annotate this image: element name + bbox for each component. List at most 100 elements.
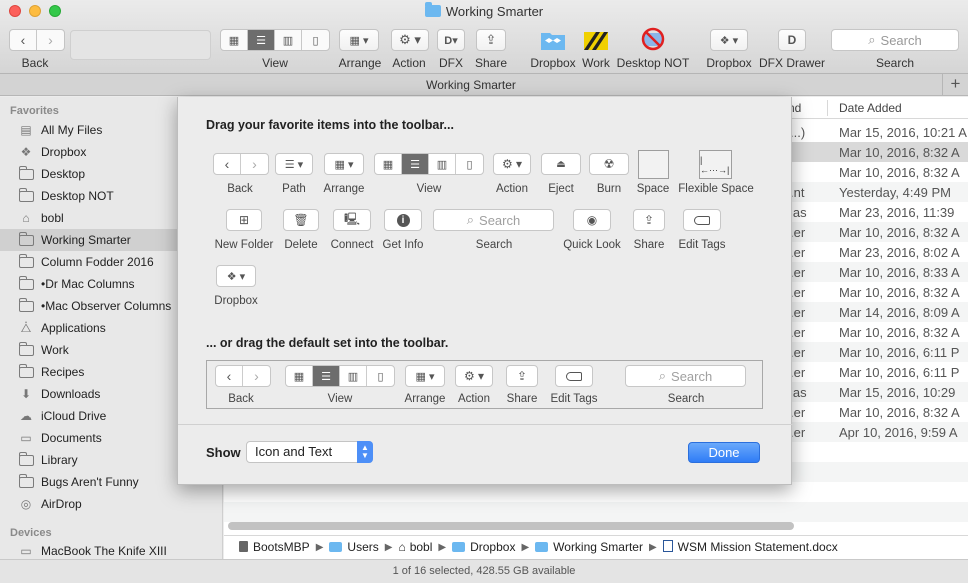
quick-look-item[interactable]: ◉	[573, 209, 611, 231]
done-button[interactable]: Done	[688, 442, 760, 463]
dfx-drawer-icon: D	[787, 33, 797, 47]
space-item-label: Space	[636, 183, 670, 195]
dropbox-icon: ❖	[20, 145, 32, 159]
horizontal-scrollbar[interactable]	[228, 522, 794, 530]
delete-item[interactable]: 🗑︎	[283, 209, 319, 231]
default-toolbar-set[interactable]: ‹ › Back ▦ ☰ ▥ ▯ View ▦ ▾ Arrange ⚙ ▾ Ac…	[206, 360, 763, 409]
toolbar-search-field[interactable]: ⌕ Search	[831, 29, 959, 51]
cloud-icon: ☁	[20, 409, 32, 423]
desktop-not-icon[interactable]	[640, 27, 666, 51]
default-back-label: Back	[228, 393, 254, 405]
default-search-label: Search	[667, 393, 705, 405]
arrange-icon: ▦ ▾	[415, 370, 435, 383]
home-icon: ⌂	[22, 211, 30, 225]
column-view-icon: ▥	[429, 154, 456, 174]
tag-icon	[694, 215, 710, 225]
status-bar: 1 of 16 selected, 428.55 GB available	[0, 559, 968, 583]
date-added-column-header[interactable]: Date Added	[839, 101, 902, 115]
work-folder-icon[interactable]	[583, 28, 609, 52]
folder-icon	[535, 542, 549, 552]
sidebar-item-macbook[interactable]: ▭ MacBook The Knife XIII	[0, 540, 222, 559]
laptop-icon: ▭	[20, 544, 32, 558]
path-item-bobl[interactable]: ⌂ bobl	[398, 540, 432, 554]
path-separator-icon: ▶	[315, 541, 324, 553]
show-label: Show	[206, 445, 241, 460]
share-item[interactable]: ⇪	[633, 209, 665, 231]
path-item-bootsmbp[interactable]: BootsMBP	[239, 540, 310, 554]
dropbox-item[interactable]: ❖ ▾	[216, 265, 256, 287]
icon-view-icon[interactable]: ▦	[221, 30, 248, 50]
column-view-icon[interactable]: ▥	[275, 30, 302, 50]
search-item-label: Search	[475, 239, 513, 251]
eject-item[interactable]: ⏏	[541, 153, 581, 175]
arrange-icon: ▦ ▾	[349, 34, 369, 47]
default-share-label: Share	[506, 393, 538, 405]
tab-working-smarter[interactable]: Working Smarter	[0, 74, 942, 96]
drive-icon	[239, 541, 248, 552]
folder-icon	[18, 165, 34, 182]
path-item-dropbox[interactable]: Dropbox	[452, 540, 515, 554]
sidebar-favorites-header: Favorites	[10, 105, 59, 117]
view-item[interactable]: ▦ ☰ ▥ ▯	[374, 153, 484, 175]
sidebar-item-airdrop[interactable]: ◎ AirDrop	[0, 493, 222, 515]
dropbox-folder-icon	[452, 542, 466, 552]
share-button[interactable]: ⇪	[476, 29, 506, 51]
dfx-drawer-button[interactable]: D	[778, 29, 806, 51]
path-item-document[interactable]: WSM Mission Statement.docx	[662, 540, 838, 554]
dfx-label: DFX	[439, 56, 463, 70]
new-folder-item[interactable]: ⊞	[226, 209, 262, 231]
path-separator-icon: ▶	[384, 541, 393, 553]
new-tab-button[interactable]: +	[942, 74, 968, 96]
back-icon: ‹	[214, 154, 241, 174]
dropbox-menu-button[interactable]: ❖ ▾	[710, 29, 748, 51]
sheet-divider	[178, 424, 793, 425]
folder-icon	[18, 275, 34, 292]
edit-tags-item[interactable]	[683, 209, 721, 231]
popup-arrows-icon: ▲ ▼	[357, 441, 373, 463]
arrange-item[interactable]: ▦ ▾	[324, 153, 364, 175]
icon-view-icon: ▦	[375, 154, 402, 174]
delete-item-label: Delete	[284, 239, 318, 251]
burn-item-label: Burn	[596, 183, 622, 195]
empty-row	[224, 482, 968, 502]
get-info-item-label: Get Info	[382, 239, 424, 251]
burn-item[interactable]: ☢	[589, 153, 629, 175]
search-label: Search	[875, 56, 915, 70]
default-view-label: View	[327, 393, 353, 405]
action-item-label: Action	[496, 183, 528, 195]
cover-flow-icon[interactable]: ▯	[302, 30, 329, 50]
action-item[interactable]: ⚙ ▾	[493, 153, 531, 175]
arrange-button[interactable]: ▦ ▾	[339, 29, 379, 51]
space-item[interactable]	[638, 150, 669, 179]
forward-button[interactable]: ›	[37, 30, 64, 50]
path-item[interactable]: ☰ ▾	[275, 153, 313, 175]
flexible-space-item[interactable]: |←···→|	[699, 150, 732, 179]
arrange-icon: ▦ ▾	[334, 158, 354, 171]
path-item-working-smarter[interactable]: Working Smarter	[535, 540, 643, 554]
dfx-icon: D▾	[444, 34, 458, 47]
connect-item[interactable]: 🖳︎	[333, 209, 371, 231]
get-info-item[interactable]: i	[384, 209, 422, 231]
customize-toolbar-sheet: Drag your favorite items into the toolba…	[177, 97, 793, 485]
default-arrange-label: Arrange	[404, 393, 446, 405]
action-button[interactable]: ⚙ ▾	[391, 29, 429, 51]
back-item[interactable]: ‹ ›	[213, 153, 269, 175]
dropbox-folder-icon[interactable]	[540, 28, 566, 52]
dfx-button[interactable]: D▾	[437, 29, 465, 51]
cover-flow-icon: ▯	[466, 158, 473, 171]
column-divider[interactable]	[827, 100, 828, 116]
back-button[interactable]: ‹	[10, 30, 37, 50]
default-search-item: ⌕ Search	[625, 365, 746, 387]
gear-icon: ⚙ ▾	[501, 157, 523, 171]
view-item-label: View	[416, 183, 442, 195]
list-view-icon[interactable]: ☰	[248, 30, 275, 50]
list-view-icon: ☰	[402, 154, 429, 174]
path-item-users[interactable]: Users	[329, 540, 379, 554]
toolbar-blank-area	[70, 30, 211, 60]
eject-icon: ⏏	[556, 158, 566, 170]
show-popup-button[interactable]: Icon and Text ▲ ▼	[246, 441, 373, 463]
default-share-item: ⇪	[506, 365, 538, 387]
search-item[interactable]: ⌕ Search	[433, 209, 554, 231]
dfx-drawer-label: DFX Drawer	[758, 56, 825, 70]
default-back-item: ‹ ›	[215, 365, 271, 387]
